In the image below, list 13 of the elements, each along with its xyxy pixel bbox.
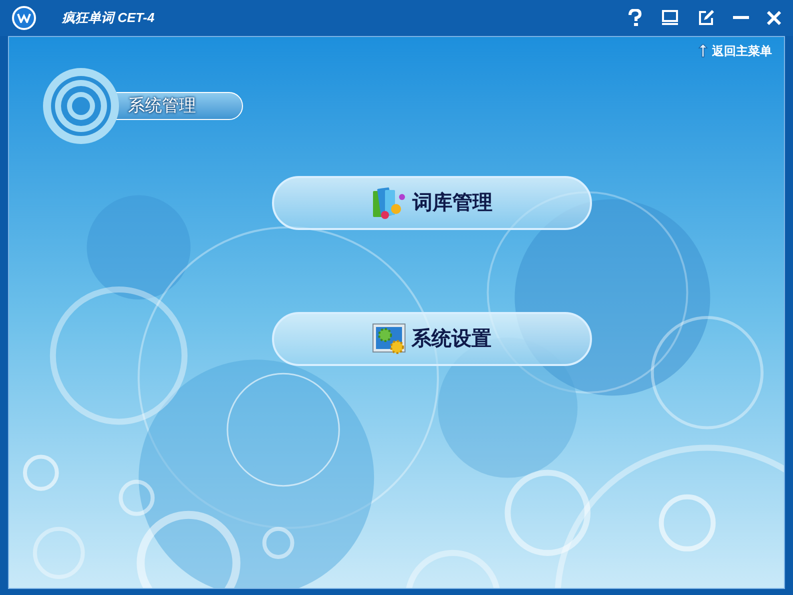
close-icon[interactable]	[767, 11, 781, 25]
help-icon[interactable]	[627, 9, 643, 27]
edit-icon[interactable]	[697, 9, 715, 27]
minimize-icon[interactable]	[733, 16, 749, 20]
section-label: 系统管理	[115, 92, 243, 120]
menu-button[interactable]: 系统设置	[272, 312, 592, 366]
target-rings-icon	[41, 66, 121, 146]
gears-picture-icon	[372, 322, 408, 356]
monitor-icon[interactable]	[661, 10, 679, 26]
menu-button[interactable]: 词库管理	[272, 176, 592, 230]
window-title: 疯狂单词 CET-4	[62, 9, 154, 28]
return-arrow-icon	[698, 44, 708, 58]
app-logo-icon	[12, 6, 36, 30]
